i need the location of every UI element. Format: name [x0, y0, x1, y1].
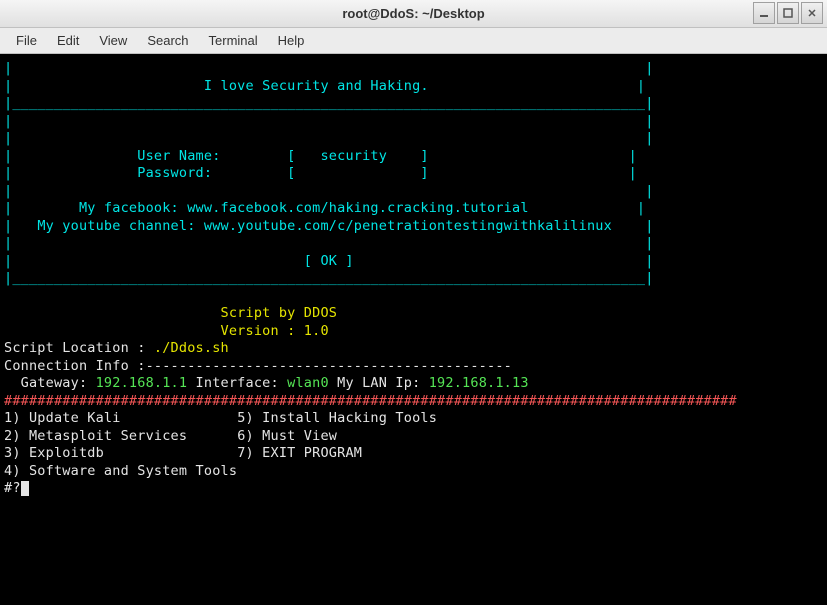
hash-line: ########################################…	[4, 393, 737, 409]
terminal-window: root@DdoS: ~/Desktop File Edit View Sear…	[0, 0, 827, 605]
interface-value: wlan0	[287, 375, 329, 391]
menu-help[interactable]: Help	[268, 29, 315, 52]
banner-line: | |	[4, 183, 654, 199]
banner-line: | |	[4, 235, 654, 251]
banner-line: | [ OK ] |	[4, 253, 654, 269]
banner-line: | My facebook: www.facebook.com/haking.c…	[4, 200, 645, 216]
connection-info: Connection Info :-----------------------…	[4, 358, 512, 374]
script-by: Script by DDOS	[4, 305, 337, 321]
prompt: #?	[4, 480, 21, 496]
menu-search[interactable]: Search	[137, 29, 198, 52]
banner-line: | |	[4, 60, 654, 76]
maximize-button[interactable]	[777, 2, 799, 24]
minimize-button[interactable]	[753, 2, 775, 24]
menu-row: 3) Exploitdb 7) EXIT PROGRAM	[4, 445, 362, 461]
banner-line: | I love Security and Haking. |	[4, 78, 645, 94]
menu-row: 4) Software and System Tools	[4, 463, 237, 479]
titlebar: root@DdoS: ~/Desktop	[0, 0, 827, 28]
script-location-value: ./Ddos.sh	[154, 340, 229, 356]
terminal-body[interactable]: | | | I love Security and Haking. | |___…	[0, 54, 827, 605]
menu-terminal[interactable]: Terminal	[199, 29, 268, 52]
menu-view[interactable]: View	[89, 29, 137, 52]
close-button[interactable]	[801, 2, 823, 24]
menu-file[interactable]: File	[6, 29, 47, 52]
script-version: Version : 1.0	[4, 323, 329, 339]
banner-line: |_______________________________________…	[4, 270, 654, 286]
banner-line: | |	[4, 130, 654, 146]
menu-row: 2) Metasploit Services 6) Must View	[4, 428, 337, 444]
banner-line: |_______________________________________…	[4, 95, 654, 111]
window-title: root@DdoS: ~/Desktop	[342, 6, 484, 21]
banner-line: | |	[4, 113, 654, 129]
menubar: File Edit View Search Terminal Help	[0, 28, 827, 54]
menu-edit[interactable]: Edit	[47, 29, 89, 52]
window-controls	[753, 2, 823, 24]
cursor	[21, 481, 29, 496]
connection-line: Gateway:	[4, 375, 96, 391]
banner-line: | Password: [ ] |	[4, 165, 637, 181]
menu-row: 1) Update Kali 5) Install Hacking Tools	[4, 410, 437, 426]
banner-line: | User Name: [ security ] |	[4, 148, 637, 164]
banner-line: | My youtube channel: www.youtube.com/c/…	[4, 218, 654, 234]
gateway-value: 192.168.1.1	[96, 375, 188, 391]
lan-value: 192.168.1.13	[429, 375, 529, 391]
script-location-label: Script Location :	[4, 340, 154, 356]
